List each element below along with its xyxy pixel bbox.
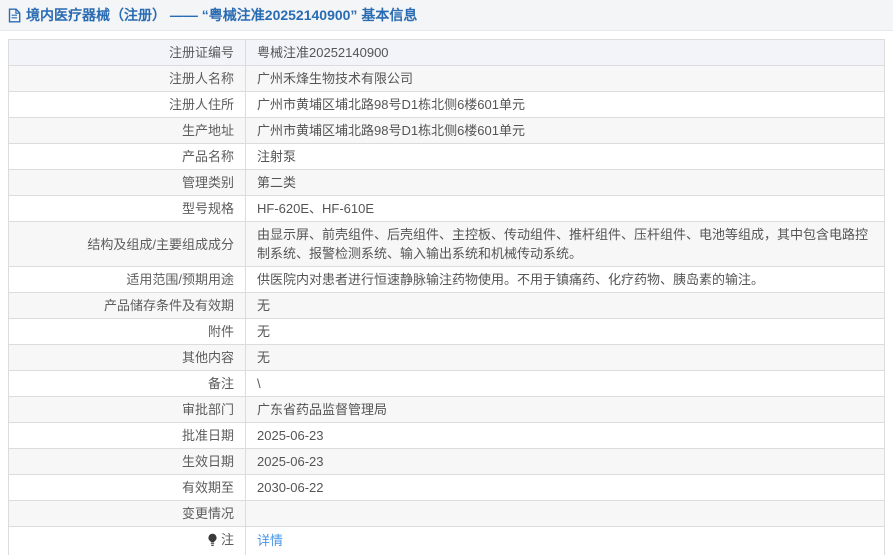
row-value: 2030-06-22 — [245, 474, 885, 501]
row-value: 广东省药品监督管理局 — [245, 396, 885, 423]
row-value: 无 — [245, 318, 885, 345]
row-value: 注射泵 — [245, 143, 885, 170]
row-label: 审批部门 — [8, 396, 246, 423]
row-label-text: 批准日期 — [181, 428, 234, 443]
row-label-text: 注 — [220, 532, 234, 547]
row-label-text: 结构及组成/主要组成成分 — [87, 236, 234, 252]
row-label-text: 有效期至 — [181, 480, 234, 495]
row-label: 生产地址 — [8, 117, 246, 144]
table-row: 注册人名称 广州禾烽生物技术有限公司 — [8, 65, 885, 92]
row-value: 无 — [245, 344, 885, 371]
row-label-text: 生产地址 — [181, 123, 234, 138]
document-icon — [8, 8, 21, 23]
page-title: 境内医疗器械（注册） —— “粤械注准20252140900” 基本信息 — [26, 7, 418, 23]
row-value: HF-620E、HF-610E — [245, 195, 885, 222]
table-row: 备注 \ — [8, 370, 885, 397]
row-label: 备注 — [8, 370, 246, 397]
table-row: 生产地址 广州市黄埔区埔北路98号D1栋北侧6楼601单元 — [8, 117, 885, 144]
row-value: 2025-06-23 — [245, 422, 885, 449]
row-label-text: 适用范围/预期用途 — [126, 272, 234, 287]
row-label-text: 其他内容 — [181, 350, 234, 365]
row-label: 注册人名称 — [8, 65, 246, 92]
table-row: 注册证编号 粤械注准20252140900 — [8, 39, 885, 66]
table-row: 批准日期 2025-06-23 — [8, 422, 885, 449]
row-label: 其他内容 — [8, 344, 246, 371]
info-table: 注册证编号 粤械注准20252140900 注册人名称 广州禾烽生物技术有限公司 注册人… — [8, 39, 885, 555]
row-label-text: 备注 — [207, 376, 234, 391]
table-row: 产品名称 注射泵 — [8, 143, 885, 170]
info-table-body: 注册证编号 粤械注准20252140900 注册人名称 广州禾烽生物技术有限公司 注册人… — [8, 39, 885, 555]
row-label: 附件 — [8, 318, 246, 345]
table-row: 有效期至 2030-06-22 — [8, 474, 885, 501]
row-label-text: 注册证编号 — [168, 45, 234, 60]
page-header: 境内医疗器械（注册） —— “粤械注准20252140900” 基本信息 — [0, 0, 893, 31]
row-label: 产品储存条件及有效期 — [8, 292, 246, 319]
row-label-text: 变更情况 — [181, 506, 234, 521]
table-row: 附件无 — [8, 318, 885, 345]
row-label: 注册证编号 — [8, 39, 246, 66]
row-value: 无 — [245, 292, 885, 319]
table-row: 结构及组成/主要组成成分 由显示屏、前壳组件、后壳组件、主控板、传动组件、推杆组件… — [8, 221, 885, 267]
row-label: 注 — [8, 526, 246, 555]
table-row: 产品储存条件及有效期无 — [8, 292, 885, 319]
table-row: 适用范围/预期用途 供医院内对患者进行恒速静脉输注药物使用。不用于镇痛药、化疗药物… — [8, 266, 885, 293]
row-value: 粤械注准20252140900 — [245, 39, 885, 66]
row-value: \ — [245, 370, 885, 397]
row-label: 型号规格 — [8, 195, 246, 222]
row-label: 产品名称 — [8, 143, 246, 170]
row-label-text: 审批部门 — [181, 402, 234, 417]
detail-link[interactable]: 详情 — [257, 533, 283, 548]
row-label-text: 注册人住所 — [168, 97, 234, 112]
row-value: 第二类 — [245, 169, 885, 196]
row-label: 生效日期 — [8, 448, 246, 475]
row-value: 广州市黄埔区埔北路98号D1栋北侧6楼601单元 — [245, 91, 885, 118]
row-value: 2025-06-23 — [245, 448, 885, 475]
row-value: 由显示屏、前壳组件、后壳组件、主控板、传动组件、推杆组件、压杆组件、电池等组成，… — [245, 221, 885, 267]
table-row: 管理类别 第二类 — [8, 169, 885, 196]
row-label: 管理类别 — [8, 169, 246, 196]
row-label: 批准日期 — [8, 422, 246, 449]
row-label-text: 型号规格 — [181, 201, 234, 216]
table-row: 注 详情 — [8, 526, 885, 555]
row-value: 供医院内对患者进行恒速静脉输注药物使用。不用于镇痛药、化疗药物、胰岛素的输注。 — [245, 266, 885, 293]
row-label-text: 生效日期 — [181, 454, 234, 469]
table-row: 审批部门 广东省药品监督管理局 — [8, 396, 885, 423]
row-label-text: 附件 — [207, 324, 234, 339]
row-label: 适用范围/预期用途 — [8, 266, 246, 293]
table-row: 生效日期 2025-06-23 — [8, 448, 885, 475]
table-row: 型号规格 HF-620E、HF-610E — [8, 195, 885, 222]
row-label: 有效期至 — [8, 474, 246, 501]
table-row: 其他内容无 — [8, 344, 885, 371]
bulb-icon — [207, 533, 218, 547]
table-row: 变更情况 — [8, 500, 885, 527]
row-label-text: 注册人名称 — [168, 71, 234, 86]
row-label-text: 产品名称 — [181, 149, 234, 164]
row-value: 广州禾烽生物技术有限公司 — [245, 65, 885, 92]
row-value — [245, 500, 885, 527]
row-label: 注册人住所 — [8, 91, 246, 118]
table-row: 注册人住所 广州市黄埔区埔北路98号D1栋北侧6楼601单元 — [8, 91, 885, 118]
row-label-text: 管理类别 — [181, 175, 234, 190]
row-label: 变更情况 — [8, 500, 246, 527]
row-value: 广州市黄埔区埔北路98号D1栋北侧6楼601单元 — [245, 117, 885, 144]
row-value: 详情 — [245, 526, 885, 555]
row-label-text: 产品储存条件及有效期 — [103, 298, 234, 313]
page: 境内医疗器械（注册） —— “粤械注准20252140900” 基本信息 注册证… — [0, 0, 893, 555]
row-label: 结构及组成/主要组成成分 — [8, 221, 246, 267]
